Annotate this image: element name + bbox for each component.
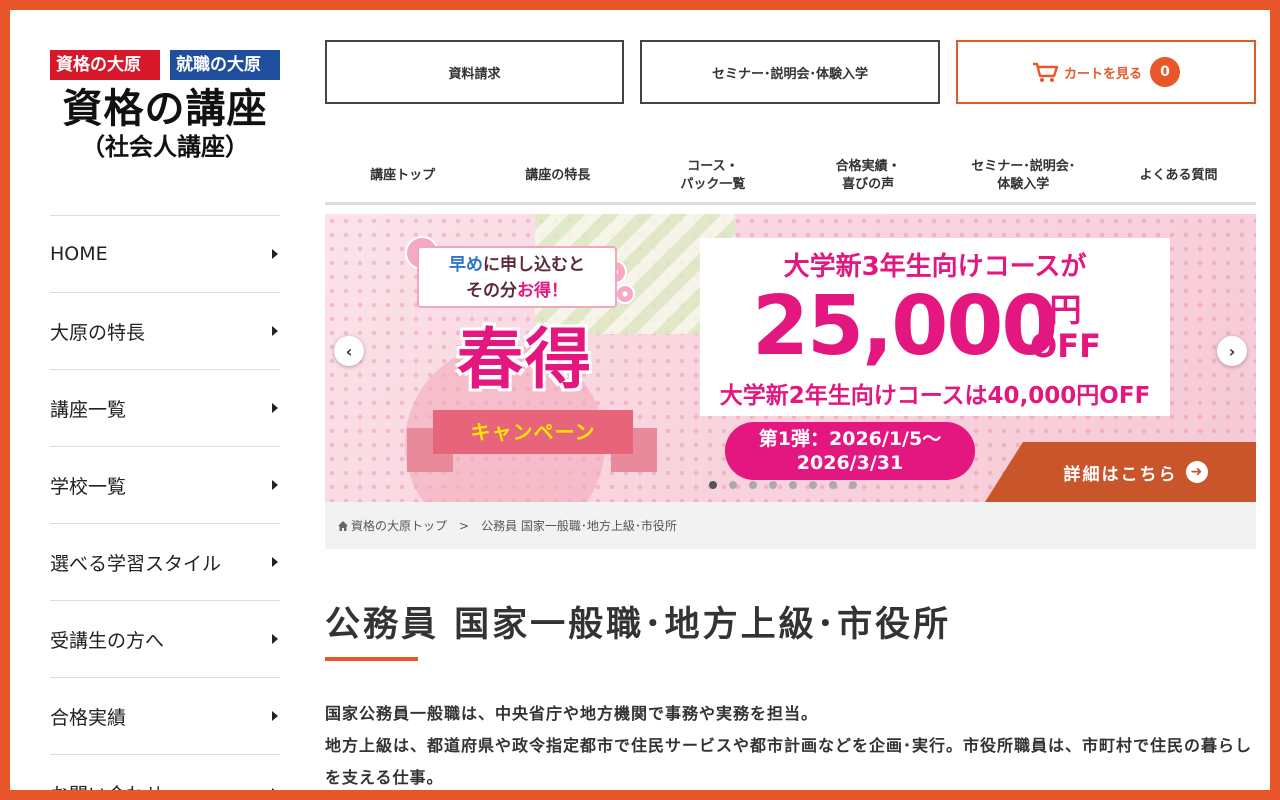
campaign-details-button[interactable]: 詳細はこちら ➜: [985, 442, 1256, 502]
cart-count-badge: 0: [1150, 57, 1180, 87]
sidebar-item-courses[interactable]: 講座一覧: [50, 369, 280, 446]
sidebar: 資格の大原 就職の大原 資格の講座 （社会人講座） HOME 大原の特長 講座一…: [50, 10, 280, 790]
carousel-dot[interactable]: [849, 481, 857, 489]
offer-unit: 円 OFF: [1030, 292, 1101, 364]
breadcrumb: 資格の大原トップ > 公務員 国家一般職･地方上級･市役所: [325, 502, 1256, 549]
campaign-date-end: 2026/3/31: [796, 452, 904, 474]
spring-deal-title: 春得: [457, 320, 593, 398]
campaign-ribbon: キャンペーン: [433, 410, 633, 454]
early-highlight: 早め: [449, 255, 483, 275]
chevron-left-icon: ‹: [345, 341, 353, 361]
course-nav-course-list[interactable]: コース・ パック一覧: [635, 150, 790, 202]
view-cart-button[interactable]: カートを見る 0: [956, 40, 1256, 104]
sidebar-item-label: HOME: [50, 243, 108, 265]
offer-headline: 大学新3年生向けコースが: [783, 252, 1087, 282]
carousel-dot[interactable]: [769, 481, 777, 489]
carousel-dot[interactable]: [789, 481, 797, 489]
intro-paragraph: 地方上級は、都道府県や政令指定都市で住民サービスや都市計画などを企画･実行。市役…: [325, 736, 1253, 787]
carousel-dot[interactable]: [709, 481, 717, 489]
intro-paragraph: 国家公務員一般職は、中央省庁や地方機関で事務や実務を担当。: [325, 704, 819, 723]
early-line-1: 早めに申し込むと: [419, 252, 615, 278]
chevron-right-icon: [272, 480, 278, 490]
sidebar-item-students[interactable]: 受講生の方へ: [50, 600, 280, 677]
carousel-dot[interactable]: [829, 481, 837, 489]
campaign-details-label: 詳細はこちら: [1063, 464, 1178, 485]
view-cart-label: カートを見る: [1063, 66, 1142, 82]
course-nav: 講座トップ 講座の特長 コース・ パック一覧 合格実績・ 喜びの声 セミナー･説…: [325, 150, 1256, 205]
home-icon: [338, 520, 348, 531]
cart-icon: [1032, 62, 1059, 82]
sidebar-item-label: 大原の特長: [50, 321, 146, 344]
carousel-next-button[interactable]: ›: [1217, 336, 1247, 366]
breadcrumb-home-link[interactable]: 資格の大原トップ: [351, 517, 447, 534]
early-text: その分: [466, 281, 517, 301]
chevron-right-icon: [272, 403, 278, 413]
chevron-right-icon: [272, 788, 278, 790]
offer-unit-off: OFF: [1030, 327, 1101, 365]
offer-secondary: 大学新2年生向けコースは40,000円OFF: [719, 383, 1151, 409]
logo-badge-shikaku[interactable]: 資格の大原: [50, 50, 160, 80]
sidebar-item-results[interactable]: 合格実績: [50, 677, 280, 754]
breadcrumb-separator: >: [459, 518, 470, 533]
breadcrumb-current: 公務員 国家一般職･地方上級･市役所: [481, 519, 677, 533]
course-nav-top[interactable]: 講座トップ: [325, 150, 480, 202]
carousel-prev-button[interactable]: ‹: [334, 336, 364, 366]
flower-icon: [615, 284, 635, 304]
carousel-dots: [709, 481, 857, 489]
campaign-date-start: 第1弾：2026/1/5～: [758, 428, 942, 450]
carousel-dot[interactable]: [749, 481, 757, 489]
course-nav-results[interactable]: 合格実績・ 喜びの声: [791, 150, 946, 202]
carousel-dot[interactable]: [729, 481, 737, 489]
chevron-right-icon: ›: [1228, 341, 1236, 361]
early-signup-box: 早めに申し込むと その分お得！: [417, 246, 617, 308]
carousel-dot[interactable]: [809, 481, 817, 489]
campaign-dates: 第1弾：2026/1/5～ 2026/3/31: [725, 422, 975, 480]
seminar-label: セミナー･説明会･体験入学: [711, 66, 868, 82]
early-text: に申し込むと: [483, 255, 585, 275]
campaign-banner[interactable]: 早めに申し込むと その分お得！ 春得 キャンペーン 大学新3年生向けコースが 2…: [325, 214, 1256, 502]
early-highlight: お得！: [517, 281, 568, 301]
sidebar-item-label: 合格実績: [50, 706, 127, 729]
logo-subtitle: （社会人講座）: [81, 133, 249, 161]
sidebar-item-study-styles[interactable]: 選べる学習スタイル: [50, 523, 280, 600]
course-nav-features[interactable]: 講座の特長: [480, 150, 635, 202]
sidebar-item-label: 受講生の方へ: [50, 629, 165, 652]
request-docs-label: 資料請求: [448, 66, 501, 82]
intro-text: 国家公務員一般職は、中央省庁や地方機関で事務や実務を担当。 地方上級は、都道府県…: [325, 698, 1256, 790]
offer-unit-yen: 円: [1049, 291, 1082, 329]
sidebar-item-features[interactable]: 大原の特長: [50, 292, 280, 369]
seminar-button[interactable]: セミナー･説明会･体験入学: [640, 40, 940, 104]
sidebar-item-label: 選べる学習スタイル: [50, 552, 222, 575]
sidebar-item-schools[interactable]: 学校一覧: [50, 446, 280, 523]
sidebar-item-contact[interactable]: お問い合わせ: [50, 754, 280, 790]
logo-badges: 資格の大原 就職の大原: [50, 50, 280, 80]
arrow-right-circle-icon: ➜: [1185, 461, 1208, 483]
chevron-right-icon: [272, 249, 278, 259]
sidebar-nav: HOME 大原の特長 講座一覧 学校一覧 選べる学習スタイル 受講生の方へ 合格…: [50, 215, 280, 790]
chevron-right-icon: [272, 711, 278, 721]
course-nav-seminar[interactable]: セミナー･説明会･ 体験入学: [946, 150, 1101, 202]
chevron-right-icon: [272, 557, 278, 567]
sidebar-item-home[interactable]: HOME: [50, 215, 280, 292]
offer-amount: 25,000: [752, 279, 1058, 374]
chevron-right-icon: [272, 634, 278, 644]
course-nav-faq[interactable]: よくある質問: [1101, 150, 1256, 202]
early-line-2: その分お得！: [419, 278, 615, 304]
page-frame: 資格の大原 就職の大原 資格の講座 （社会人講座） HOME 大原の特長 講座一…: [10, 10, 1270, 790]
sidebar-item-label: 講座一覧: [50, 398, 127, 421]
page-title: 公務員 国家一般職･地方上級･市役所: [325, 605, 952, 645]
request-docs-button[interactable]: 資料請求: [325, 40, 624, 104]
offer-box: 大学新3年生向けコースが 25,000 円 OFF 大学新2年生向けコースは40…: [700, 238, 1170, 416]
sidebar-item-label: お問い合わせ: [50, 780, 164, 791]
chevron-right-icon: [272, 326, 278, 336]
logo-badge-shushoku[interactable]: 就職の大原: [170, 50, 280, 80]
sidebar-item-label: 学校一覧: [50, 475, 127, 498]
logo-title[interactable]: 資格の講座: [50, 86, 280, 132]
title-underline: [325, 657, 418, 661]
